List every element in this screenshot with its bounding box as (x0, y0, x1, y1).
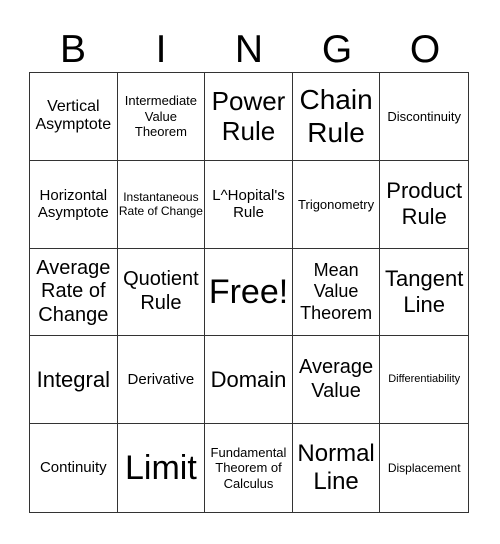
bingo-cell[interactable]: Trigonometry (292, 160, 381, 249)
bingo-cell[interactable]: Continuity (30, 424, 118, 512)
header-letter-i: I (155, 28, 167, 71)
bingo-header: B I N G O (29, 28, 469, 72)
bingo-cell[interactable]: L^Hopital's Rule (205, 160, 293, 249)
bingo-cell[interactable]: Product Rule (380, 161, 468, 249)
header-letter-o: O (409, 28, 441, 71)
header-letter-g: G (321, 28, 353, 71)
bingo-cell[interactable]: Average Rate of Change (30, 248, 118, 337)
bingo-cell[interactable]: Average Value (292, 336, 381, 425)
bingo-cell[interactable]: Intermediate Value Theorem (117, 73, 206, 161)
bingo-cell[interactable]: Tangent Line (380, 249, 468, 337)
bingo-cell[interactable]: Fundamental Theorem of Calculus (205, 424, 293, 512)
bingo-cell[interactable]: Displacement (380, 424, 468, 512)
header-letter-n: N (234, 28, 264, 71)
free-space[interactable]: Free! (205, 248, 293, 337)
bingo-cell[interactable]: Normal Line (293, 424, 381, 512)
bingo-cell[interactable]: Instantaneous Rate of Change (117, 160, 206, 249)
bingo-cell[interactable]: Differentiability (380, 336, 468, 425)
bingo-cell[interactable]: Domain (205, 336, 293, 425)
bingo-cell[interactable]: Mean Value Theorem (292, 248, 381, 337)
bingo-cell[interactable]: Horizontal Asymptote (30, 160, 118, 249)
bingo-cell[interactable]: Limit (118, 424, 206, 512)
bingo-cell[interactable]: Power Rule (205, 73, 293, 161)
bingo-cell[interactable]: Discontinuity (380, 73, 468, 161)
bingo-cell[interactable]: Derivative (117, 336, 206, 425)
bingo-grid: Vertical Asymptote Intermediate Value Th… (29, 72, 469, 513)
bingo-cell[interactable]: Integral (30, 336, 118, 425)
bingo-cell[interactable]: Quotient Rule (117, 248, 206, 337)
bingo-cell[interactable]: Chain Rule (292, 73, 381, 161)
header-letter-b: B (59, 28, 86, 71)
bingo-cell[interactable]: Vertical Asymptote (30, 73, 118, 161)
